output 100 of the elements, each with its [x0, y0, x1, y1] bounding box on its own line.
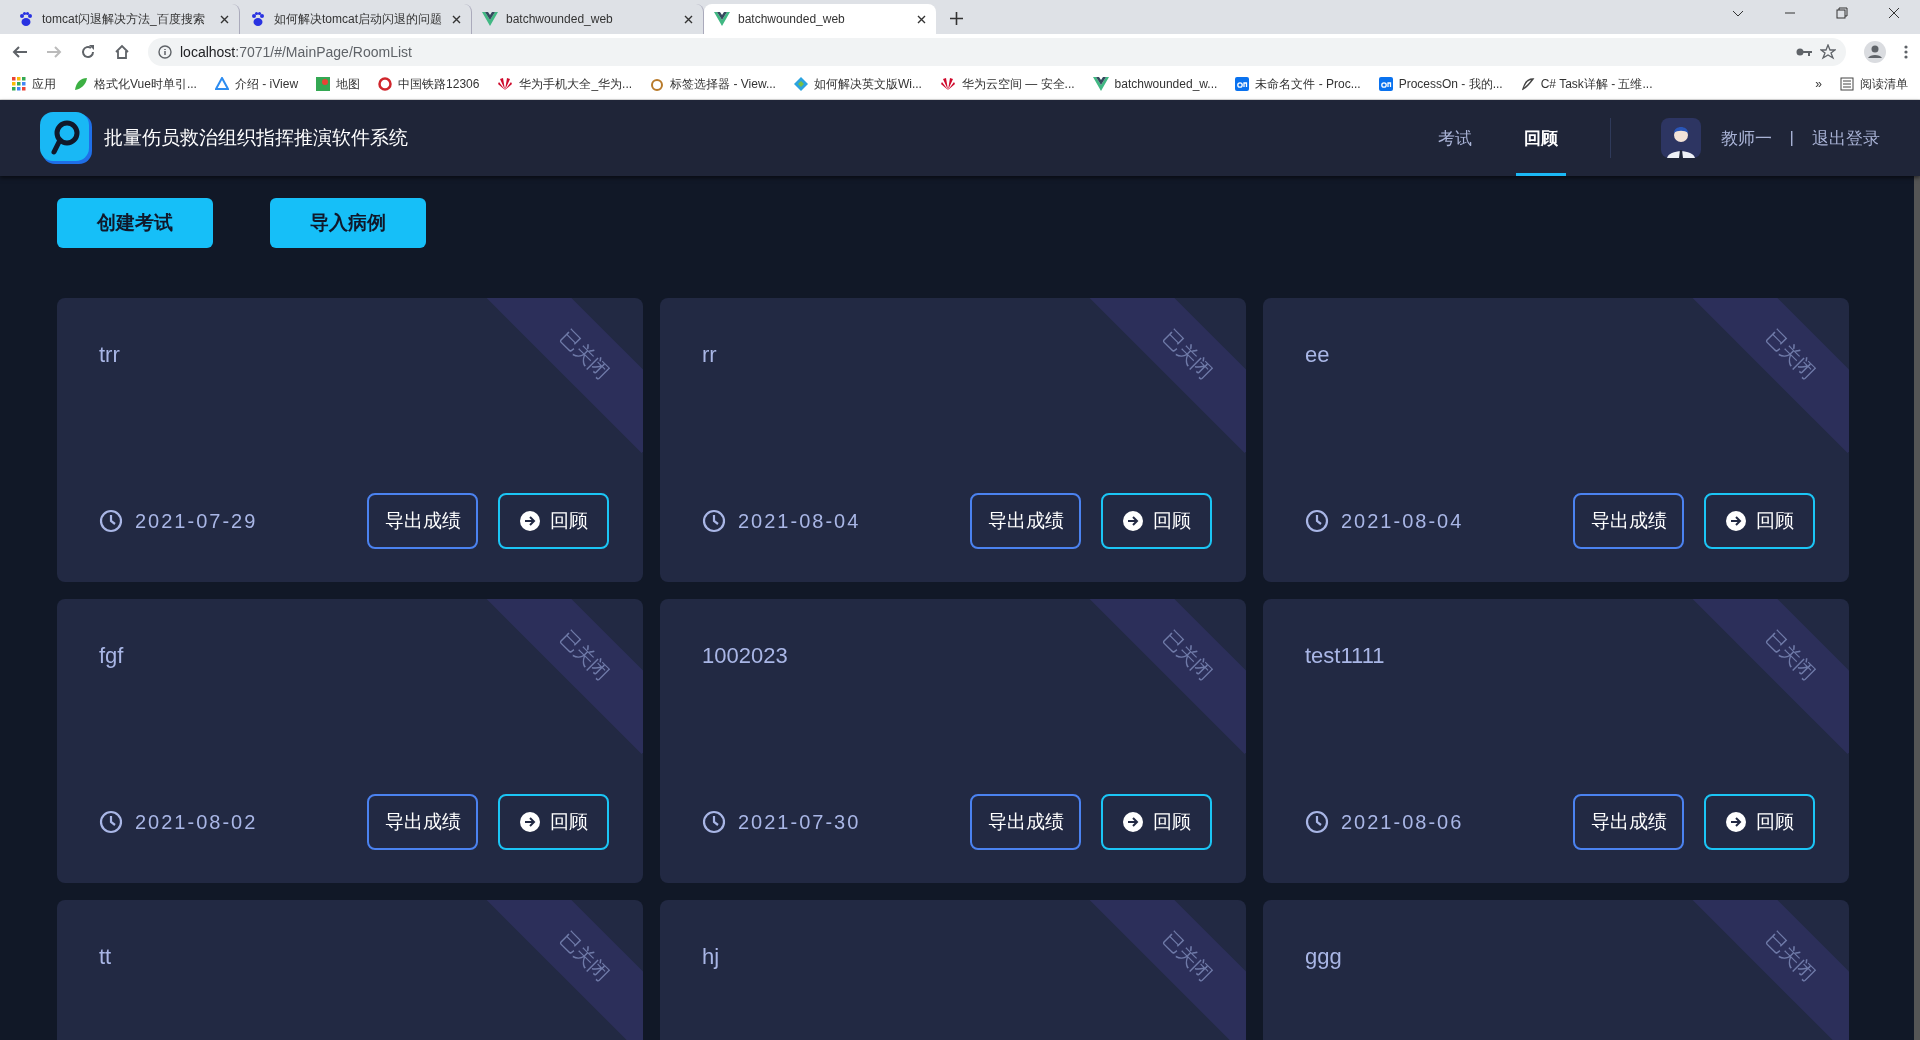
close-icon[interactable]	[452, 14, 461, 24]
v-logo-icon	[714, 12, 730, 26]
close-icon[interactable]	[1888, 7, 1900, 19]
profile-icon[interactable]	[1864, 40, 1886, 63]
bookmark[interactable]: ProcessOn - 我的...	[1378, 75, 1503, 93]
user-avatar[interactable]	[1660, 118, 1701, 158]
on-logo-icon	[1235, 77, 1250, 91]
clock-icon	[702, 509, 726, 533]
back-icon[interactable]	[12, 43, 28, 60]
exam-name: ggg	[1305, 944, 1342, 970]
url-text: localhost:7071/#/MainPage/RoomList	[180, 43, 412, 60]
bookmark[interactable]: C# Task详解 - 五维...	[1520, 75, 1653, 93]
bookmark[interactable]: batchwounded_w...	[1092, 77, 1218, 91]
pen-icon	[1520, 77, 1535, 91]
arrow-circle-icon	[519, 812, 540, 832]
petals-icon	[497, 77, 514, 91]
close-icon[interactable]	[917, 14, 926, 24]
export-button[interactable]: 导出成绩	[970, 493, 1081, 549]
review-button[interactable]: 回顾	[1704, 493, 1815, 549]
export-button[interactable]: 导出成绩	[1573, 493, 1684, 549]
exam-name: trr	[99, 342, 120, 368]
exam-name: rr	[702, 342, 717, 368]
clock-icon	[702, 810, 726, 834]
reading-list[interactable]: 阅读清单	[1840, 75, 1908, 93]
diamond-icon	[793, 77, 808, 91]
review-button[interactable]: 回顾	[498, 493, 609, 549]
paw-icon	[18, 11, 34, 27]
arrow-circle-icon	[1122, 812, 1143, 832]
review-button[interactable]: 回顾	[1704, 794, 1815, 850]
status-ribbon: 已关闭	[486, 900, 643, 1040]
export-button[interactable]: 导出成绩	[367, 794, 478, 850]
status-ribbon: 已关闭	[1089, 900, 1246, 1040]
close-icon[interactable]	[684, 14, 693, 24]
exam-name: 1002023	[702, 643, 788, 669]
nav-tab[interactable]: 考试	[1429, 100, 1480, 176]
bookmark[interactable]: 地图	[316, 75, 361, 93]
exam-name: test1111	[1305, 643, 1385, 669]
review-button[interactable]: 回顾	[498, 794, 609, 850]
status-ribbon: 已关闭	[1692, 298, 1849, 453]
star-icon[interactable]	[1820, 43, 1836, 60]
logout-link[interactable]: 退出登录	[1812, 126, 1880, 150]
exam-date: 2021-08-04	[738, 509, 861, 533]
bookmark[interactable]: 未命名文件 - Proc...	[1235, 75, 1361, 93]
bookmark[interactable]: 华为云空间 — 安全...	[939, 75, 1075, 93]
key-icon[interactable]	[1796, 46, 1812, 57]
exam-name: fgf	[99, 643, 124, 669]
exam-date: 2021-07-30	[738, 810, 861, 834]
clock-icon	[99, 509, 123, 533]
v-logo-icon	[482, 12, 498, 26]
info-icon[interactable]	[158, 44, 172, 59]
app-logo	[40, 112, 92, 164]
more-bookmarks[interactable]: »	[1815, 77, 1822, 91]
clock-icon	[1305, 509, 1329, 533]
clock-icon	[1305, 810, 1329, 834]
arrow-circle-icon	[1725, 812, 1746, 832]
nav-tab[interactable]: 回顾	[1515, 100, 1566, 176]
review-button[interactable]: 回顾	[1101, 794, 1212, 850]
bookmark[interactable]: 标签选择器 - View...	[650, 75, 776, 93]
action-button[interactable]: 创建考试	[57, 198, 213, 248]
petals-icon	[939, 77, 956, 91]
export-button[interactable]: 导出成绩	[1573, 794, 1684, 850]
status-ribbon: 已关闭	[1692, 599, 1849, 754]
paw-icon	[250, 11, 266, 27]
arrow-circle-icon	[519, 511, 540, 531]
user-name: 教师一	[1720, 127, 1772, 150]
new-tab-icon[interactable]	[950, 12, 963, 25]
on-logo-icon	[1378, 77, 1393, 91]
app-title: 批量伤员救治组织指挥推演软件系统	[104, 126, 408, 150]
export-button[interactable]: 导出成绩	[367, 493, 478, 549]
review-button[interactable]: 回顾	[1101, 493, 1212, 549]
menu-icon[interactable]	[1904, 44, 1908, 59]
ring-icon	[650, 77, 665, 91]
exam-date: 2021-08-04	[1341, 509, 1464, 533]
close-icon[interactable]	[220, 14, 229, 24]
status-ribbon: 已关闭	[1692, 900, 1849, 1040]
bookmark[interactable]: 中国铁路12306	[378, 75, 480, 93]
export-button[interactable]: 导出成绩	[970, 794, 1081, 850]
bookmark[interactable]: 介绍 - iView	[214, 75, 299, 93]
status-ribbon: 已关闭	[1089, 599, 1246, 754]
action-button[interactable]: 导入病例	[270, 198, 426, 248]
v-logo-icon	[1092, 77, 1109, 91]
leaf-icon	[74, 77, 88, 91]
apps-grid-icon	[12, 77, 26, 91]
address-bar[interactable]: localhost:7071/#/MainPage/RoomList	[148, 37, 1846, 66]
arrow-circle-icon	[1122, 511, 1143, 531]
reload-icon[interactable]	[80, 43, 96, 60]
bookmark[interactable]: 格式化Vue时单引...	[74, 75, 197, 93]
exam-date: 2021-07-29	[135, 509, 258, 533]
arrow-circle-icon	[1725, 511, 1746, 531]
home-icon[interactable]	[114, 43, 130, 60]
restore-icon[interactable]	[1836, 7, 1848, 19]
bookmark[interactable]: 应用	[12, 75, 56, 93]
browser-tab[interactable]: batchwounded_web	[704, 4, 936, 34]
list-icon	[1840, 77, 1854, 91]
status-ribbon: 已关闭	[486, 298, 643, 453]
ring-icon	[378, 77, 393, 91]
bookmark[interactable]: 华为手机大全_华为...	[497, 75, 633, 93]
clock-icon	[99, 810, 123, 834]
status-ribbon: 已关闭	[1089, 298, 1246, 453]
bookmark[interactable]: 如何解决英文版Wi...	[793, 75, 922, 93]
